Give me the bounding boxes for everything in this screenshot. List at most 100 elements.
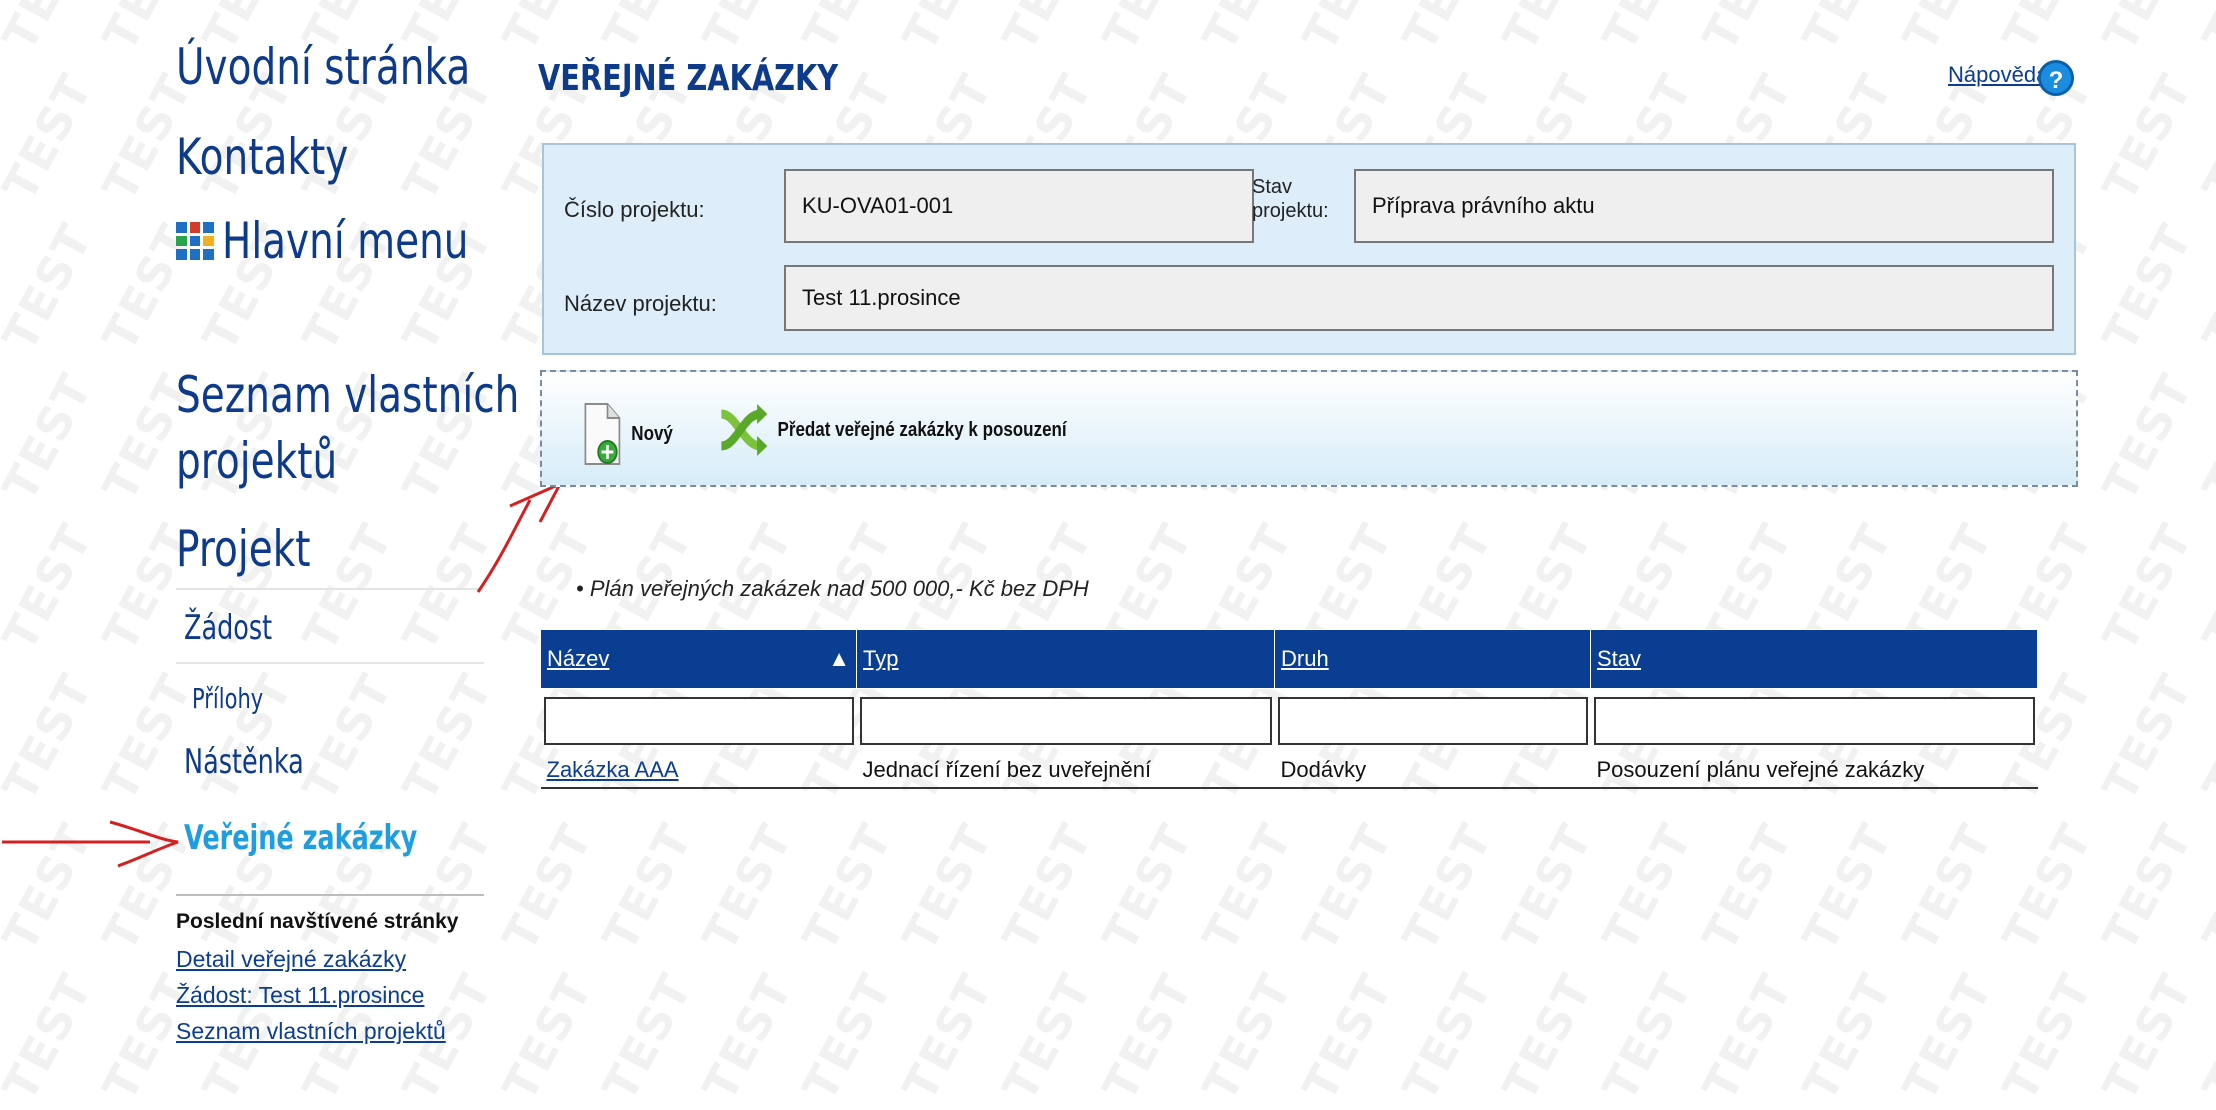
watermark-text: TEST — [992, 0, 1103, 59]
submit-button-label: Předat veřejné zakázky k posouzení — [777, 418, 1067, 441]
plan-note: • Plán veřejných zakázek nad 500 000,- K… — [576, 576, 1089, 601]
watermark-text: TEST — [1392, 964, 1504, 1110]
recent-link-2[interactable]: Žádost: Test 11.prosince — [176, 982, 424, 1009]
watermark-text: TEST — [2092, 964, 2204, 1110]
column-druh-label[interactable]: Druh — [1281, 646, 1329, 671]
watermark-text: TEST — [1492, 814, 1604, 960]
watermark-text: TEST — [1692, 0, 1803, 59]
watermark-text: TEST — [1792, 814, 1904, 960]
nav-project[interactable]: Projekt — [176, 522, 311, 577]
column-header-stav[interactable]: Stav — [1590, 629, 2038, 689]
watermark-text: TEST — [0, 514, 104, 660]
watermark-text: TEST — [1292, 0, 1403, 59]
watermark-text: TEST — [0, 0, 103, 59]
watermark-text: TEST — [892, 0, 1003, 59]
watermark-text: TEST — [2192, 214, 2216, 360]
project-status-value: Příprava právního aktu — [1372, 193, 1595, 218]
nav-contacts[interactable]: Kontakty — [176, 130, 348, 185]
filter-stav-input[interactable] — [1593, 697, 2035, 745]
project-name-value: Test 11.prosince — [802, 285, 961, 310]
column-nazev-label[interactable]: Název — [547, 646, 609, 671]
column-header-typ[interactable]: Typ — [856, 629, 1275, 689]
watermark-text: TEST — [792, 964, 904, 1110]
divider — [176, 588, 484, 590]
procurement-table: Název ▲ Typ Druh Stav Zakázka AAA Jednac… — [540, 629, 2038, 789]
watermark-text: TEST — [292, 664, 404, 810]
watermark-text: TEST — [2192, 0, 2216, 59]
watermark-text: TEST — [1992, 814, 2104, 960]
watermark-text: TEST — [1492, 964, 1604, 1110]
watermark-text: TEST — [1392, 814, 1504, 960]
watermark-text: TEST — [592, 814, 704, 960]
watermark-text: TEST — [692, 814, 804, 960]
filter-nazev-input[interactable] — [543, 697, 854, 745]
new-button[interactable]: Nový — [582, 402, 673, 466]
watermark-text: TEST — [1392, 0, 1503, 59]
watermark-text: TEST — [0, 64, 104, 210]
column-header-druh[interactable]: Druh — [1274, 629, 1591, 689]
nav-own-projects-line2[interactable]: projektů — [176, 434, 337, 489]
watermark-text: TEST — [1892, 814, 2004, 960]
sort-asc-icon: ▲ — [828, 646, 850, 671]
column-stav-label[interactable]: Stav — [1597, 646, 1641, 671]
filter-typ-input[interactable] — [859, 697, 1272, 745]
help-link[interactable]: Nápověda — [1948, 62, 2048, 88]
watermark-text: TEST — [492, 964, 604, 1110]
annotation-arrow-left — [2, 820, 179, 868]
procurement-kind: Dodávky — [1274, 753, 1591, 789]
sidebar-item-prilohy[interactable]: Přílohy — [192, 682, 263, 715]
recent-pages-title: Poslední navštívené stránky — [176, 910, 459, 933]
watermark-text: TEST — [1192, 964, 1304, 1110]
recent-link-3[interactable]: Seznam vlastních projektů — [176, 1018, 446, 1045]
watermark-text: TEST — [2192, 364, 2216, 510]
watermark-text: TEST — [2192, 514, 2216, 660]
submit-procurement-button[interactable]: Předat veřejné zakázky k posouzení — [718, 402, 1067, 458]
watermark-text: TEST — [92, 664, 204, 810]
watermark-text: TEST — [0, 214, 104, 360]
watermark-text: TEST — [792, 0, 903, 59]
page-title: VEŘEJNÉ ZAKÁZKY — [538, 58, 839, 99]
watermark-text: TEST — [492, 0, 603, 59]
watermark-text: TEST — [1892, 0, 2003, 59]
procurement-name-link[interactable]: Zakázka AAA — [547, 757, 679, 782]
watermark-text: TEST — [1192, 0, 1303, 59]
watermark-text: TEST — [1192, 814, 1304, 960]
watermark-text: TEST — [1592, 964, 1704, 1110]
watermark-text: TEST — [2092, 364, 2204, 510]
annotation-arrow-up — [476, 480, 564, 593]
watermark-text: TEST — [1092, 0, 1203, 59]
watermark-text: TEST — [592, 0, 703, 59]
watermark-text: TEST — [2092, 214, 2204, 360]
watermark-text: TEST — [1692, 964, 1804, 1110]
nav-home[interactable]: Úvodní stránka — [176, 40, 470, 95]
column-typ-label[interactable]: Typ — [863, 646, 898, 671]
watermark-text: TEST — [1692, 814, 1804, 960]
watermark-text: TEST — [0, 364, 104, 510]
filter-druh-input[interactable] — [1277, 697, 1588, 745]
watermark-text: TEST — [2192, 814, 2216, 960]
main-menu-icon — [176, 222, 214, 260]
question-icon[interactable]: ? — [2038, 60, 2074, 96]
watermark-text: TEST — [1292, 964, 1404, 1110]
procurement-status: Posouzení plánu veřejné zakázky — [1590, 753, 2038, 789]
watermark-text: TEST — [2092, 664, 2204, 810]
watermark-text: TEST — [1292, 814, 1404, 960]
project-status-label: Stav projektu: — [1252, 175, 1329, 223]
sidebar-item-nastenka[interactable]: Nástěnka — [184, 742, 304, 782]
watermark-text: TEST — [1992, 0, 2103, 59]
watermark-text: TEST — [2192, 664, 2216, 810]
project-number-field: KU-OVA01-001 — [784, 169, 1254, 243]
recent-link-1[interactable]: Detail veřejné zakázky — [176, 946, 406, 973]
watermark-text: TEST — [792, 814, 904, 960]
nav-own-projects-line1[interactable]: Seznam vlastních — [176, 368, 519, 423]
nav-main-menu[interactable]: Hlavní menu — [222, 214, 469, 269]
watermark-text: TEST — [1792, 0, 1903, 59]
watermark-text: TEST — [1092, 814, 1204, 960]
toolbar: Nový Předat veřejné zakázky k posouzení — [540, 370, 2078, 487]
column-header-nazev[interactable]: Název ▲ — [540, 629, 857, 689]
watermark-text: TEST — [2092, 514, 2204, 660]
sidebar-item-zadost[interactable]: Žádost — [184, 608, 272, 648]
procurement-type: Jednací řízení bez uveřejnění — [856, 753, 1275, 789]
divider — [176, 894, 484, 896]
sidebar-item-verejne-zakazky[interactable]: Veřejné zakázky — [184, 818, 417, 858]
